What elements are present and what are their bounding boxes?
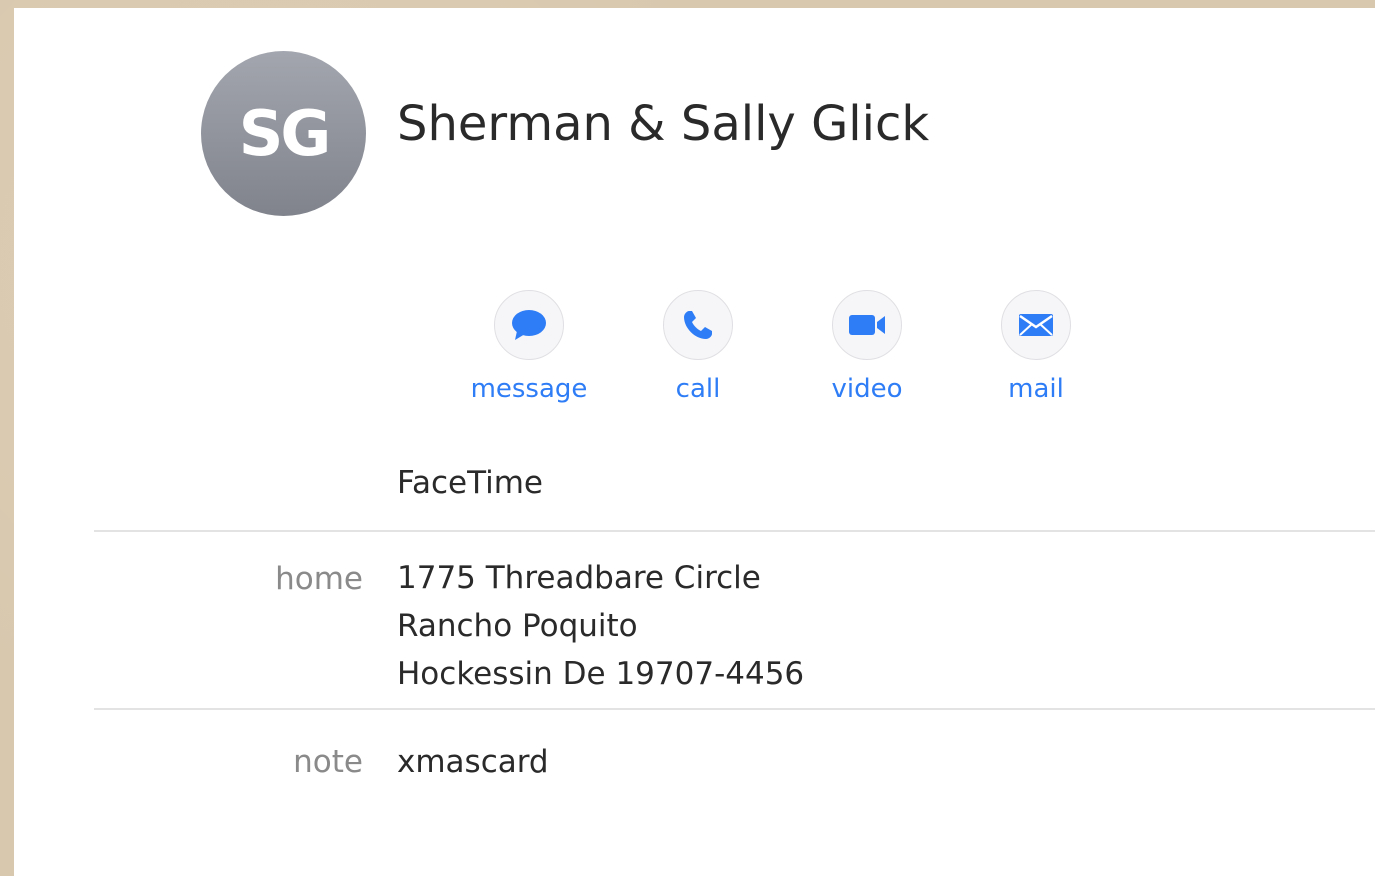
video-camera-icon bbox=[849, 315, 885, 335]
mail-button[interactable]: mail bbox=[961, 290, 1111, 402]
address-line-2: Rancho Poquito bbox=[397, 608, 638, 644]
video-button[interactable]: video bbox=[792, 290, 942, 402]
contact-name: Sherman & Sally Glick bbox=[397, 96, 930, 152]
envelope-icon bbox=[1019, 314, 1053, 336]
video-label: video bbox=[831, 374, 903, 404]
mail-button-circle[interactable] bbox=[1001, 290, 1071, 360]
avatar-initials: SG bbox=[238, 96, 332, 170]
note-value[interactable]: xmascard bbox=[397, 738, 549, 786]
divider-top bbox=[94, 530, 1375, 532]
message-label: message bbox=[470, 374, 588, 404]
home-label: home bbox=[275, 561, 363, 597]
message-button-circle[interactable] bbox=[494, 290, 564, 360]
avatar: SG bbox=[201, 51, 366, 216]
address-line-1: 1775 Threadbare Circle bbox=[397, 560, 761, 596]
divider-bottom bbox=[94, 708, 1375, 710]
message-bubble-icon bbox=[512, 310, 546, 340]
action-buttons: message call video mail bbox=[454, 290, 1074, 420]
note-label: note bbox=[293, 744, 363, 780]
video-button-circle[interactable] bbox=[832, 290, 902, 360]
contact-card: SG Sherman & Sally Glick message call vi… bbox=[14, 8, 1375, 876]
message-button[interactable]: message bbox=[454, 290, 604, 402]
call-button[interactable]: call bbox=[623, 290, 773, 402]
call-label: call bbox=[675, 374, 721, 404]
address-line-3: Hockessin De 19707-4456 bbox=[397, 656, 805, 692]
mail-label: mail bbox=[1008, 374, 1064, 404]
home-address[interactable]: 1775 Threadbare Circle Rancho Poquito Ho… bbox=[397, 554, 804, 698]
phone-icon bbox=[684, 311, 712, 339]
call-button-circle[interactable] bbox=[663, 290, 733, 360]
facetime-link[interactable]: FaceTime bbox=[397, 468, 543, 499]
